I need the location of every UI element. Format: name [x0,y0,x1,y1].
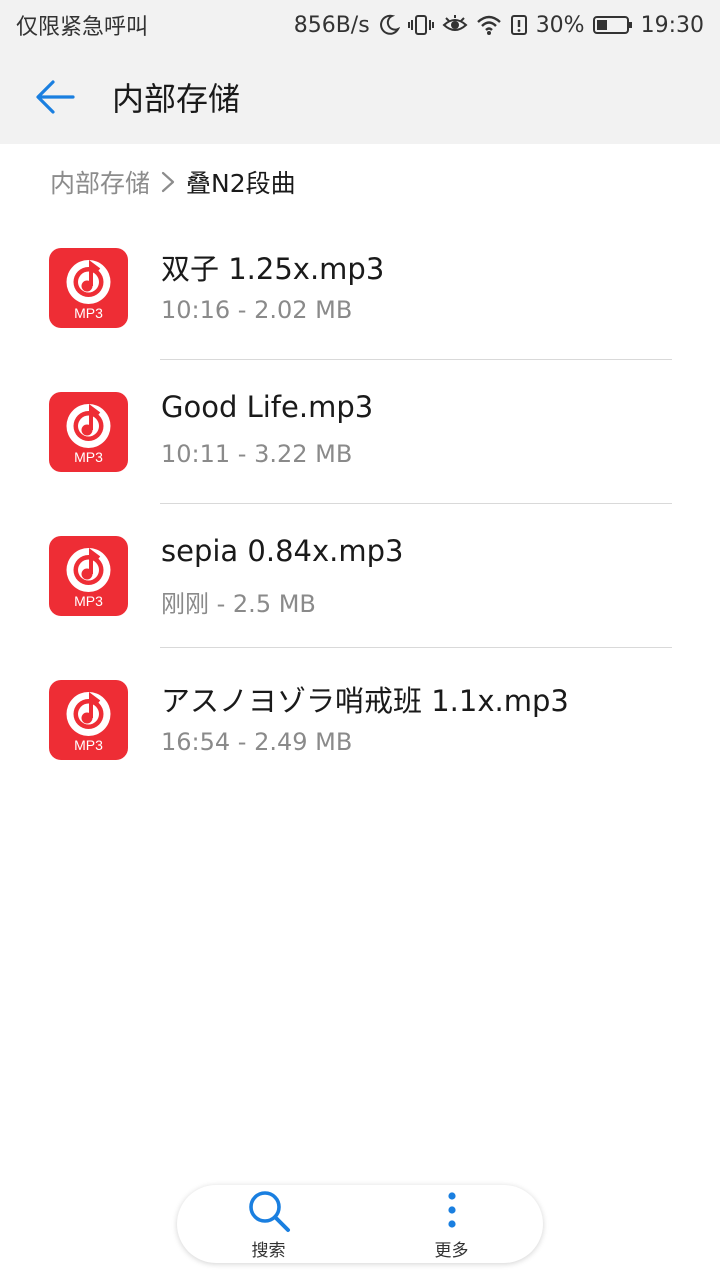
search-label: 搜索 [251,1240,286,1261]
search-button[interactable]: 搜索 [209,1185,329,1263]
breadcrumb-root[interactable]: 内部存储 [50,164,150,200]
mp3-file-icon: MP3 [49,680,128,760]
file-name: Good Life.mp3 [161,390,374,424]
chevron-right-icon [160,170,176,194]
bottom-action-bar: 搜索 更多 [177,1185,543,1263]
more-button[interactable]: 更多 [392,1185,512,1263]
title-bar: 内部存储 [0,50,720,144]
status-right-group: 856B/s 30% 19:30 [294,13,704,38]
wifi-icon [476,14,502,36]
file-type-label: MP3 [74,449,103,465]
network-speed: 856B/s [293,12,370,38]
arrow-left-icon [36,80,75,114]
mp3-file-icon: MP3 [49,248,128,328]
list-item[interactable]: MP3 Good Life.mp3 10:11 - 3.22 MB [0,360,720,504]
file-type-label: MP3 [74,737,103,753]
list-item[interactable]: MP3 双子 1.25x.mp3 10:16 - 2.02 MB [0,216,720,360]
alert-icon [510,14,528,36]
mp3-file-icon: MP3 [49,392,128,472]
page-title: 内部存储 [112,80,241,118]
mp3-file-icon: MP3 [49,536,128,616]
status-bar: 仅限紧急呼叫 856B/s 30% 19:30 [0,0,720,50]
file-meta: 16:54 - 2.49 MB [161,728,353,756]
back-button[interactable] [0,50,110,144]
more-vertical-icon [447,1191,456,1228]
status-time: 19:30 [640,12,704,38]
eye-icon [442,14,468,36]
file-meta: 10:16 - 2.02 MB [161,296,353,324]
file-type-label: MP3 [74,305,103,321]
search-icon [248,1190,290,1232]
status-carrier-text: 仅限紧急呼叫 [16,15,149,40]
file-meta: 10:11 - 3.22 MB [161,440,353,468]
breadcrumb: 内部存储 叠N2段曲 [50,158,296,206]
more-label: 更多 [434,1240,469,1261]
list-item[interactable]: MP3 アスノヨゾラ哨戒班 1.1x.mp3 16:54 - 2.49 MB [0,648,720,792]
file-manager-screen: 仅限紧急呼叫 856B/s 30% 19:30 内部存储 内部存储 叠N2段曲 … [0,0,720,1280]
file-type-label: MP3 [74,593,103,609]
file-list: MP3 双子 1.25x.mp3 10:16 - 2.02 MB MP3 Goo… [0,216,720,792]
breadcrumb-current: 叠N2段曲 [186,169,296,198]
file-meta: 刚刚 - 2.5 MB [161,590,316,618]
battery-icon [592,14,633,36]
vibrate-icon [407,14,434,36]
file-name: アスノヨゾラ哨戒班 1.1x.mp3 [161,684,569,718]
list-item[interactable]: MP3 sepia 0.84x.mp3 刚刚 - 2.5 MB [0,504,720,648]
file-name: 双子 1.25x.mp3 [161,252,385,286]
moon-icon [378,14,400,36]
battery-percent: 30% [535,12,585,38]
file-name: sepia 0.84x.mp3 [161,534,404,568]
